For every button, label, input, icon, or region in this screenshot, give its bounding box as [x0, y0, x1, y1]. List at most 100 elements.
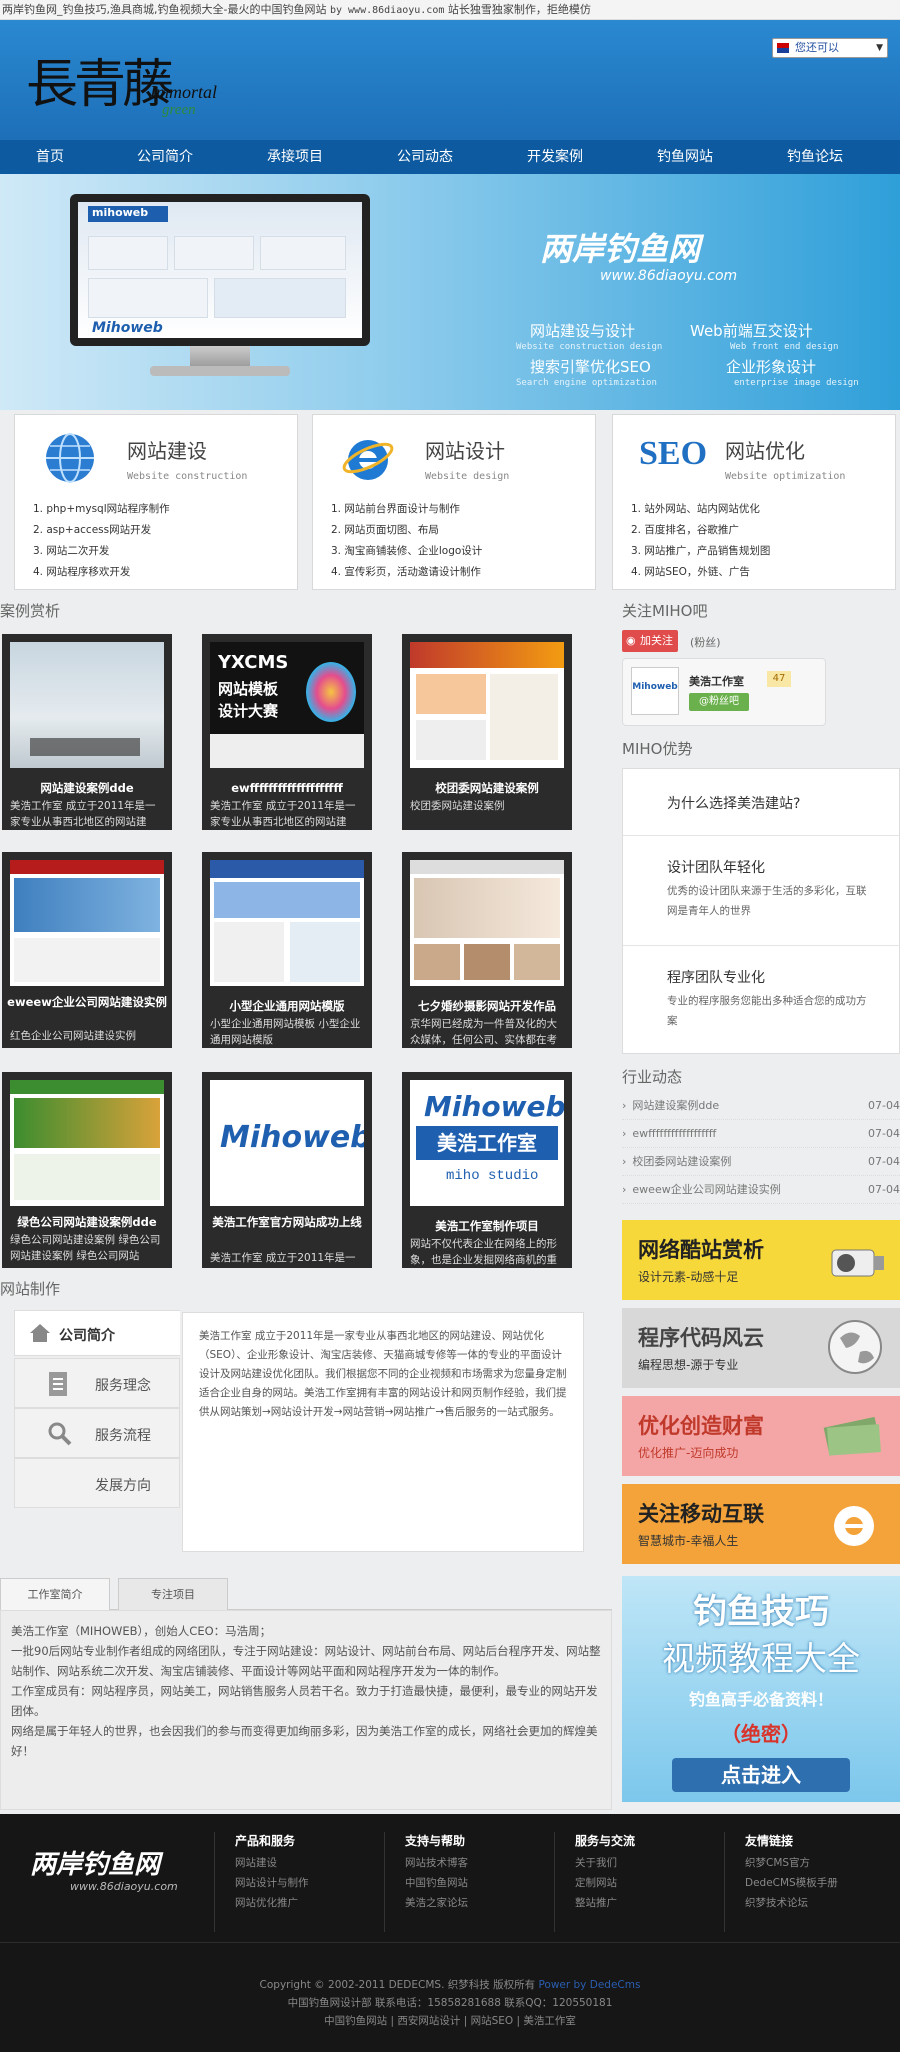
case-card[interactable]: 小型企业通用网站模版 小型企业通用网站模板 小型企业通用网站模版 [202, 852, 372, 1048]
service-card-design[interactable]: 网站设计 Website design 1. 网站前台界面设计与制作 2. 网站页… [312, 414, 596, 590]
nav-item-news[interactable]: 公司动态 [360, 140, 490, 174]
footer-link[interactable]: 关于我们 [575, 1853, 635, 1873]
ad-text: 钓鱼高手必备资料！ [688, 1690, 833, 1709]
logo-chinese: 長青藤 [26, 55, 174, 115]
footer-link[interactable]: 网站设计与制作 [235, 1873, 309, 1893]
advantage-desc: 优秀的设计团队来源于生活的多彩化，互联网是青年人的世界 [667, 885, 867, 917]
nav-item-projects[interactable]: 承接项目 [230, 140, 360, 174]
fans-label: (粉丝) [690, 636, 721, 649]
tab-development[interactable]: 发展方向 [14, 1458, 180, 1508]
case-thumbnail [10, 1080, 164, 1206]
case-thumbnail [10, 860, 164, 986]
advantage-title: 设计团队年轻化 [667, 860, 765, 876]
page-title: 两岸钓鱼网_钓鱼技巧,渔具商城,钓鱼视频大全-最火的中国钓鱼网站 [2, 3, 327, 16]
logo-english-green: green [162, 102, 196, 118]
news-item[interactable]: › ewffffffffffffffffff 07-04 [622, 1120, 900, 1148]
footer-link[interactable]: 整站推广 [575, 1893, 635, 1913]
case-card[interactable]: 绿色公司网站建设案例dde 绿色公司网站建设案例 绿色公司网站建设案例 绿色公司… [2, 1072, 172, 1268]
advantage-desc: 专业的程序服务您能出多种适合您的成功方案 [667, 995, 867, 1027]
nav-item-home[interactable]: 首页 [0, 140, 100, 174]
case-thumbnail: Mihoweb [210, 1080, 364, 1206]
screen-brand: Mihoweb [92, 320, 163, 336]
nav-item-fishing-forum[interactable]: 钓鱼论坛 [750, 140, 880, 174]
studio-intro-panel: 美浩工作室（MIHOWEB），创始人CEO：马浩周； 一批90后网站专业制作者组… [0, 1610, 612, 1810]
nav-item-fishing-site[interactable]: 钓鱼网站 [620, 140, 750, 174]
promo-cool-sites[interactable]: 网络酷站赏析 设计元素-动感十足 [622, 1220, 900, 1300]
case-card[interactable]: YXCMS 网站模板 设计大赛 ewffffffffffffffffffff 美… [202, 634, 372, 830]
service-title: 网站优化 [725, 439, 805, 463]
service-card-construction[interactable]: 网站建设 Website construction 1. php+mysql网站… [14, 414, 298, 590]
banner-logo: 两岸钓鱼网 [540, 230, 701, 268]
tab-service-process[interactable]: 服务流程 [14, 1408, 180, 1458]
fishing-tips-ad[interactable]: 钓鱼技巧 视频教程大全 钓鱼高手必备资料！ （绝密） 点击进入 [622, 1576, 900, 1802]
company-intro-panel: 美浩工作室 成立于2011年是一家专业从事西北地区的网站建设、网站优化（SEO）… [182, 1312, 584, 1552]
thumb-text: Mihoweb [220, 1120, 364, 1155]
nav-item-about[interactable]: 公司简介 [100, 140, 230, 174]
money-icon [823, 1416, 881, 1456]
service-item: 3. 网站推广，产品销售规划图 [631, 545, 771, 557]
promo-code[interactable]: 程序代码风云 编程思想-源于专业 [622, 1308, 900, 1388]
case-desc: 美浩工作室 成立于2011年是一家专业从事西北地区的网站建 [10, 800, 156, 828]
case-card[interactable]: Mihoweb 美浩工作室 miho studio 美浩工作室制作项目 网站不仅… [402, 1072, 572, 1268]
footer-link[interactable]: 织梦CMS官方 [745, 1853, 838, 1873]
footer-link[interactable]: DedeCMS模板手册 [745, 1873, 838, 1893]
news-item[interactable]: › eweew企业公司网站建设实例 07-04 [622, 1176, 900, 1204]
news-date: 07-04 [868, 1099, 900, 1112]
promo-seo[interactable]: 优化创造财富 优化推广-迈向成功 [622, 1396, 900, 1476]
footer-link[interactable]: 美浩之家论坛 [405, 1893, 468, 1913]
news-date: 07-04 [868, 1127, 900, 1140]
logo[interactable]: 長青藤 Immortal green [26, 38, 217, 122]
language-select[interactable]: 您还可以 ▼ [772, 38, 888, 58]
service-item: 3. 网站二次开发 [33, 545, 110, 557]
ad-secret: （绝密） [721, 1722, 801, 1746]
promo-subtitle: 智慧城市-幸福人生 [638, 1534, 739, 1548]
enter-button[interactable]: 点击进入 [672, 1758, 850, 1792]
fans-tieba-button[interactable]: @粉丝吧 [689, 693, 749, 711]
news-item[interactable]: › 校团委网站建设案例 07-04 [622, 1148, 900, 1176]
thumb-text: 网站模板 [218, 680, 279, 698]
promo-subtitle: 设计元素-动感十足 [638, 1270, 739, 1284]
tieba-card[interactable]: Mihoweb 美浩工作室 47 @粉丝吧 [622, 658, 826, 726]
promo-title: 关注移动互联 [638, 1502, 764, 1526]
footer-link[interactable]: 网站技术博客 [405, 1853, 468, 1873]
service-card-seo[interactable]: SEO 网站优化 Website optimization 1. 站外网站、站内… [612, 414, 896, 590]
service-title: 网站设计 [425, 439, 505, 463]
case-card[interactable]: 网站建设案例dde 美浩工作室 成立于2011年是一家专业从事西北地区的网站建 [2, 634, 172, 830]
news-date: 07-04 [868, 1155, 900, 1168]
powered-link[interactable]: Power by DedeCms [538, 1979, 640, 1991]
news-date: 07-04 [868, 1183, 900, 1196]
case-thumbnail [210, 860, 364, 986]
tab-projects[interactable]: 专注项目 [118, 1578, 228, 1610]
studio-name: 美浩工作室 [689, 675, 744, 688]
document-icon [49, 1372, 67, 1396]
case-card[interactable]: eweew企业公司网站建设实例 红色企业公司网站建设实例 [2, 852, 172, 1048]
service-item: 4. 宣传彩页，活动邀请设计制作 [331, 566, 481, 578]
footer-col-title: 产品和服务 [235, 1834, 296, 1848]
promo-mobile[interactable]: 关注移动互联 智慧城市-幸福人生 [622, 1484, 900, 1564]
tab-service-concept[interactable]: 服务理念 [14, 1358, 180, 1408]
contact-line: 中国钓鱼网设计部 联系电话：15858281688 联系QQ：120550181 [287, 1997, 613, 2009]
footer-link[interactable]: 中国钓鱼网站 [405, 1873, 468, 1893]
case-card[interactable]: 七夕婚纱摄影网站开发作品 京华网已经成为一件普及化的大众媒体，任何公司、实体都在… [402, 852, 572, 1048]
footer-link[interactable]: 定制网站 [575, 1873, 635, 1893]
news-item[interactable]: › 网站建设案例dde 07-04 [622, 1092, 900, 1120]
footer-link[interactable]: 织梦技术论坛 [745, 1893, 838, 1913]
follow-button[interactable]: ◉ 加关注 [622, 630, 678, 652]
globe-icon [43, 431, 97, 485]
case-card[interactable]: Mihoweb 美浩工作室官方网站成功上线 美浩工作室 成立于2011年是一 [202, 1072, 372, 1268]
tab-company-intro[interactable]: 公司简介 [14, 1310, 180, 1356]
nav-item-cases[interactable]: 开发案例 [490, 140, 620, 174]
copyright-text: Copyright © 2002-2011 DEDECMS. 织梦科技 版权所有 [259, 1979, 536, 1991]
banner-sub-2: Web front end design [730, 342, 839, 352]
tab-studio-intro[interactable]: 工作室简介 [0, 1578, 110, 1610]
case-card[interactable]: 校团委网站建设案例 校团委网站建设案例 [402, 634, 572, 830]
footer-link[interactable]: 网站优化推广 [235, 1893, 309, 1913]
service-item: 2. asp+access网站开发 [33, 524, 152, 536]
seo-icon: SEO [639, 435, 708, 472]
footer-link[interactable]: 网站建设 [235, 1853, 309, 1873]
service-item: 3. 淘宝商铺装修、企业logo设计 [331, 545, 483, 557]
hero-banner[interactable]: mihoweb Mihoweb 两岸钓鱼网 www.86diaoyu.com 网… [0, 174, 900, 410]
main-nav: 首页 公司简介 承接项目 公司动态 开发案例 钓鱼网站 钓鱼论坛 [0, 140, 900, 174]
footer-logo[interactable]: 两岸钓鱼网 [30, 1844, 160, 1881]
case-title: 美浩工作室官方网站成功上线 [212, 1215, 362, 1229]
